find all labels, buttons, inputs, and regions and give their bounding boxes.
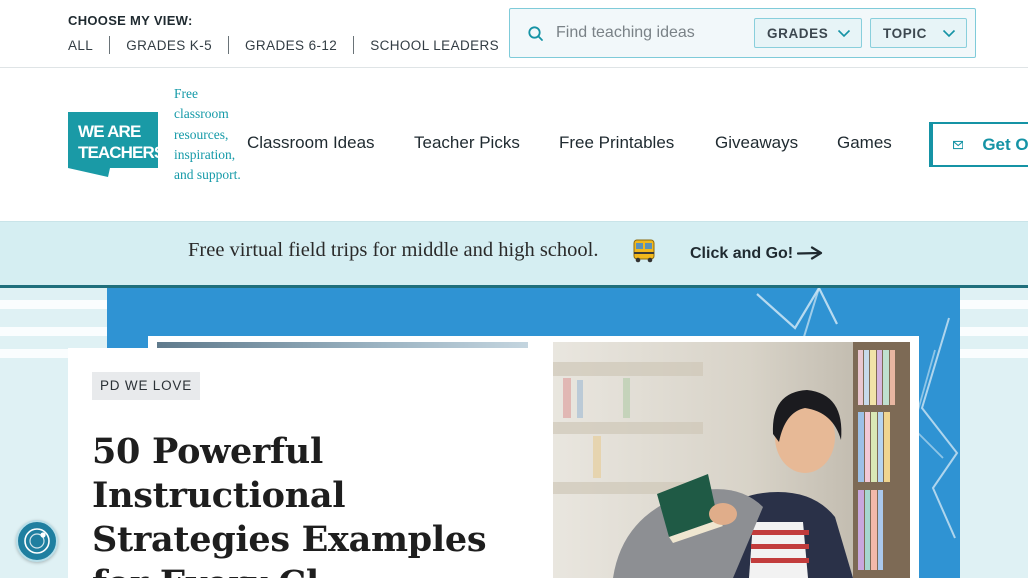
newsletter-button[interactable]: Get Ou xyxy=(929,122,1028,167)
site-tagline: Free classroom resources, inspiration, a… xyxy=(174,86,241,183)
topic-dropdown-label: TOPIC xyxy=(883,25,928,41)
grades-dropdown[interactable]: GRADES xyxy=(754,18,862,48)
view-link-school-leaders[interactable]: SCHOOL LEADERS xyxy=(370,38,499,53)
article-title[interactable]: 50 Powerful Instructional Strategies Exa… xyxy=(92,430,532,578)
divider xyxy=(228,36,230,54)
search-input[interactable] xyxy=(556,20,751,46)
view-links: ALL GRADES K-5 GRADES 6-12 SCHOOL LEADER… xyxy=(68,36,499,54)
accessibility-icon xyxy=(24,528,50,554)
grades-dropdown-label: GRADES xyxy=(767,25,829,41)
hero-photo xyxy=(553,342,910,578)
promo-banner: Free virtual field trips for middle and … xyxy=(0,221,1028,285)
nav-free-printables[interactable]: Free Printables xyxy=(559,133,674,153)
view-link-all[interactable]: ALL xyxy=(68,38,93,53)
promo-link[interactable]: Click and Go! xyxy=(690,245,793,263)
view-link-grades-k-5[interactable]: GRADES K-5 xyxy=(126,38,212,53)
view-link-grades-6-12[interactable]: GRADES 6-12 xyxy=(245,38,337,53)
search-bar: GRADES TOPIC xyxy=(509,8,976,58)
category-badge[interactable]: PD WE LOVE xyxy=(92,372,201,400)
svg-text:WE ARE: WE ARE xyxy=(78,122,141,141)
svg-text:TEACHERS: TEACHERS xyxy=(78,143,158,162)
arrow-right-icon[interactable] xyxy=(797,246,823,260)
utility-bar: CHOOSE MY VIEW: ALL GRADES K-5 GRADES 6-… xyxy=(0,0,1028,68)
nav-games[interactable]: Games xyxy=(837,133,892,153)
article-card[interactable]: PD WE LOVE 50 Powerful Instructional Str… xyxy=(68,348,553,578)
mail-icon xyxy=(953,140,964,149)
divider xyxy=(109,36,111,54)
promo-text: Free virtual field trips for middle and … xyxy=(188,239,599,261)
bus-icon xyxy=(633,239,655,263)
nav-teacher-picks[interactable]: Teacher Picks xyxy=(414,133,520,153)
chevron-down-icon xyxy=(942,29,956,38)
search-icon[interactable] xyxy=(527,25,545,43)
nav-giveaways[interactable]: Giveaways xyxy=(715,133,798,153)
topic-dropdown[interactable]: TOPIC xyxy=(870,18,967,48)
we-are-teachers-logo[interactable]: WE ARE TEACHERS xyxy=(68,112,158,177)
newsletter-button-label: Get Ou xyxy=(982,134,1028,154)
divider xyxy=(353,36,355,54)
nav-classroom-ideas[interactable]: Classroom Ideas xyxy=(247,133,375,153)
accessibility-button[interactable] xyxy=(16,520,58,562)
choose-view-label: CHOOSE MY VIEW: xyxy=(68,13,193,28)
chevron-down-icon xyxy=(837,29,851,38)
